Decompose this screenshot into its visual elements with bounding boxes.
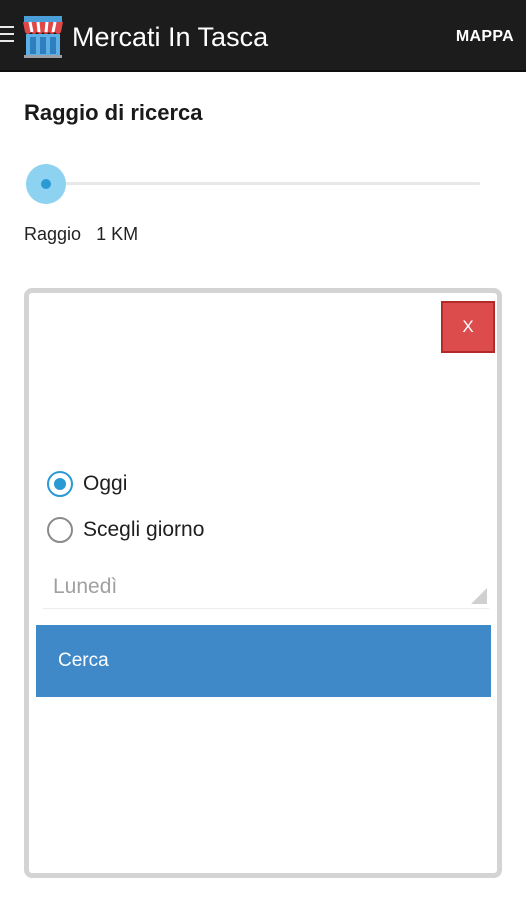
radius-label: Raggio [24, 224, 82, 244]
hamburger-icon[interactable] [0, 26, 16, 46]
option-today[interactable]: Oggi [47, 469, 127, 499]
slider-thumb[interactable] [26, 164, 66, 204]
radius-readout: Raggio 1 KM [24, 224, 138, 245]
radius-section-title: Raggio di ricerca [24, 100, 203, 125]
radio-choose-day[interactable] [47, 517, 73, 543]
radius-slider[interactable] [24, 164, 480, 204]
option-choose-day-label: Scegli giorno [83, 518, 205, 541]
action-bar: Mercati In Tasca MAPPA [0, 0, 526, 72]
app-title: Mercati In Tasca [72, 22, 269, 52]
option-choose-day[interactable]: Scegli giorno [47, 515, 204, 545]
radius-value: 1 KM [96, 224, 139, 244]
search-panel: X Oggi Scegli giorno Lunedì Cerca [24, 288, 502, 878]
slider-track [46, 182, 480, 185]
search-button[interactable]: Cerca [36, 625, 491, 697]
option-today-label: Oggi [83, 472, 128, 495]
dropdown-corner-icon [471, 588, 487, 604]
market-stall-icon[interactable] [20, 12, 66, 60]
close-button[interactable]: X [441, 301, 495, 353]
map-button[interactable]: MAPPA [456, 26, 514, 48]
day-select[interactable]: Lunedì [43, 569, 489, 609]
radio-today[interactable] [47, 471, 73, 497]
day-select-value: Lunedì [53, 575, 118, 598]
